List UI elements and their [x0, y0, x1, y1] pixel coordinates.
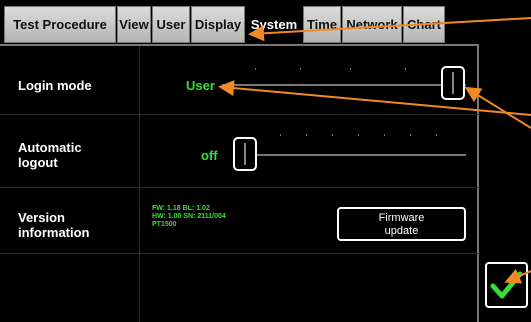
version-details: FW: 1.18 BL: 1.02 HW: 1.00 SN: 2111/004 …	[152, 205, 226, 229]
automatic-logout-label: Automatic logout	[18, 140, 82, 170]
tab-network[interactable]: Network	[342, 6, 402, 43]
version-information-label: Version information	[18, 210, 90, 240]
tab-time[interactable]: Time	[303, 6, 341, 43]
firmware-update-button[interactable]: Firmware update	[337, 207, 466, 241]
confirm-button[interactable]	[485, 262, 528, 308]
login-mode-value: User	[186, 78, 215, 93]
automatic-logout-value: off	[201, 148, 218, 163]
row-divider	[0, 114, 479, 115]
device-model: PT1500	[152, 221, 177, 228]
checkmark-icon	[490, 271, 523, 299]
tab-bar: Test Procedure View User Display System …	[0, 0, 531, 44]
login-mode-label: Login mode	[18, 78, 92, 93]
automatic-logout-slider-knob[interactable]	[233, 137, 257, 171]
login-mode-slider-ticks	[255, 68, 435, 70]
row-divider	[0, 187, 479, 188]
tab-display[interactable]: Display	[191, 6, 245, 43]
login-mode-slider-track[interactable]	[222, 84, 466, 86]
row-divider	[0, 253, 479, 254]
tab-test-procedure[interactable]: Test Procedure	[4, 6, 116, 43]
tab-chart[interactable]: Chart	[403, 6, 445, 43]
column-divider	[139, 46, 140, 322]
firmware-bootloader-version: FW: 1.18 BL: 1.02	[152, 205, 210, 212]
tab-system[interactable]: System	[246, 6, 302, 43]
tab-user[interactable]: User	[152, 6, 190, 43]
hardware-serial-number: HW: 1.00 SN: 2111/004	[152, 213, 226, 220]
automatic-logout-slider-track[interactable]	[256, 154, 466, 156]
tab-view[interactable]: View	[117, 6, 151, 43]
automatic-logout-slider-ticks	[280, 134, 460, 136]
login-mode-slider-knob[interactable]	[441, 66, 465, 100]
